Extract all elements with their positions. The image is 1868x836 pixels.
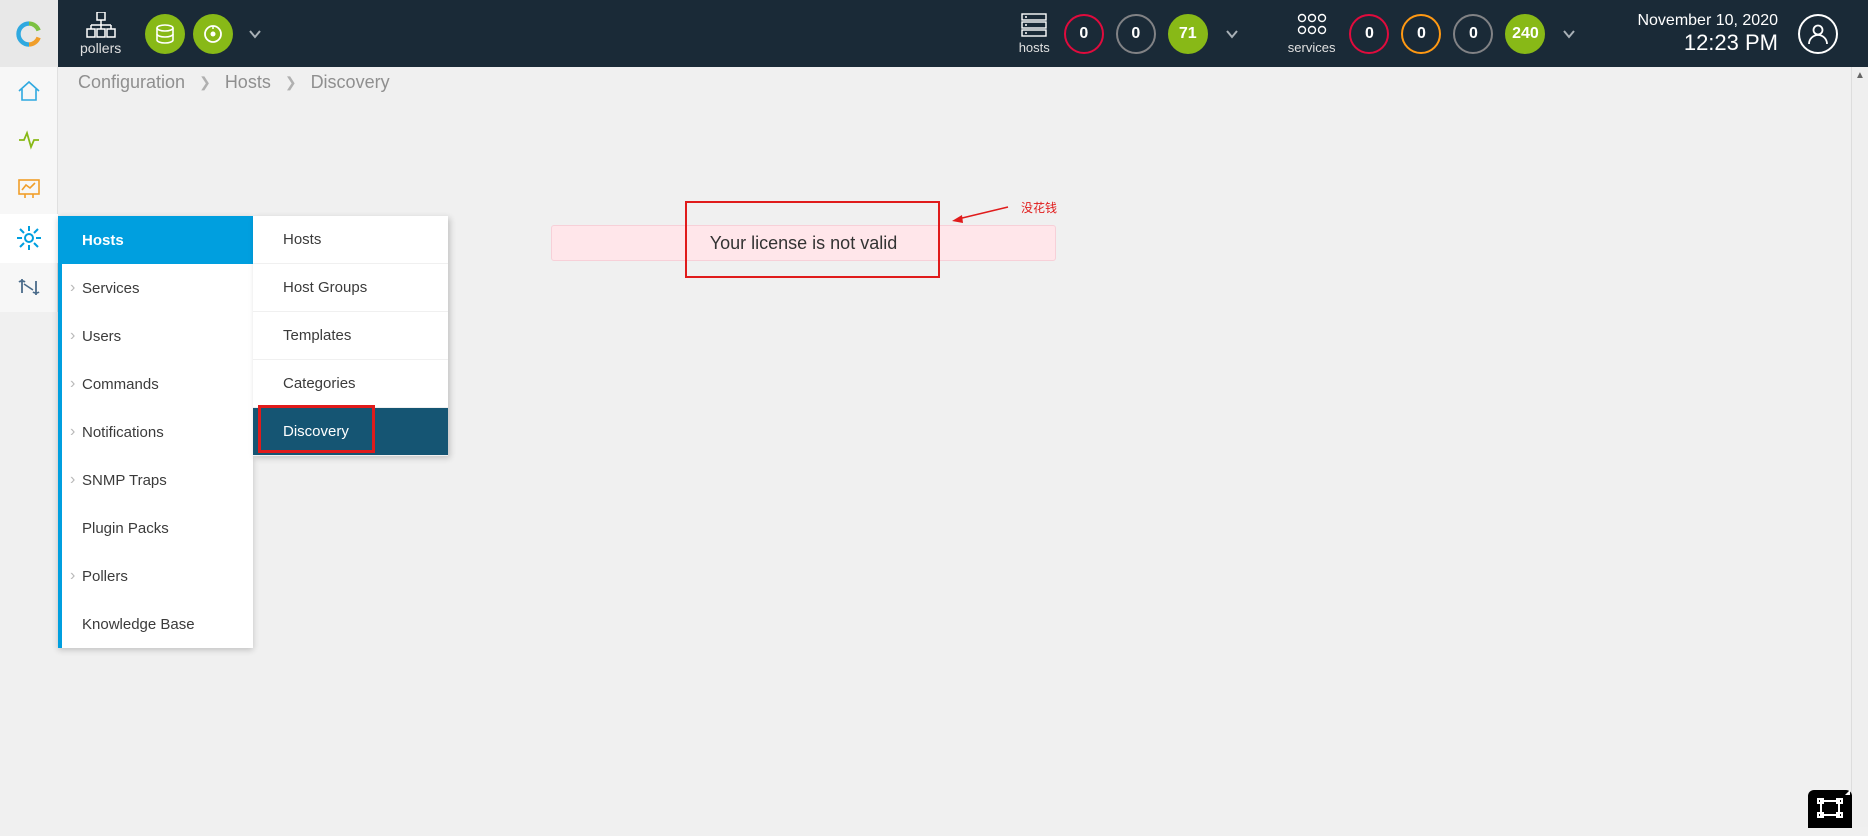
breadcrumb-discovery[interactable]: Discovery bbox=[311, 72, 390, 93]
menu-hosts[interactable]: Hosts bbox=[62, 216, 253, 264]
scrollbar[interactable]: ▲ bbox=[1851, 67, 1868, 827]
menu-pollers[interactable]: Pollers bbox=[62, 552, 253, 600]
services-dropdown-icon[interactable] bbox=[1561, 26, 1577, 42]
menu-services[interactable]: Services bbox=[62, 264, 253, 312]
hosts-label: hosts bbox=[1019, 40, 1050, 55]
services-warning-count[interactable]: 0 bbox=[1401, 14, 1441, 54]
license-error-banner: Your license is not valid bbox=[551, 225, 1056, 261]
submenu-categories[interactable]: Categories bbox=[253, 360, 448, 408]
services-icon bbox=[1296, 12, 1328, 38]
hosts-submenu: Hosts Host Groups Templates Categories D… bbox=[253, 216, 448, 456]
menu-plugin-packs[interactable]: Plugin Packs bbox=[62, 504, 253, 552]
datetime: November 10, 2020 12:23 PM bbox=[1637, 12, 1778, 56]
pollers-latency-icon[interactable] bbox=[193, 14, 233, 54]
hosts-up-count[interactable]: 71 bbox=[1168, 14, 1208, 54]
annotation-text: 没花钱 bbox=[1021, 199, 1057, 216]
chevron-right-icon: ❯ bbox=[199, 74, 211, 91]
header-time: 12:23 PM bbox=[1637, 30, 1778, 56]
hosts-icon bbox=[1019, 12, 1049, 38]
services-ok-count[interactable]: 240 bbox=[1505, 14, 1545, 54]
submenu-templates[interactable]: Templates bbox=[253, 312, 448, 360]
scroll-up-icon[interactable]: ▲ bbox=[1852, 67, 1868, 84]
nav-reporting[interactable] bbox=[0, 165, 58, 214]
services-section[interactable]: services bbox=[1288, 12, 1336, 55]
chevron-right-icon: ❯ bbox=[285, 74, 297, 91]
hosts-section[interactable]: hosts bbox=[1019, 12, 1050, 55]
breadcrumb: Configuration ❯ Hosts ❯ Discovery bbox=[78, 72, 390, 93]
menu-snmp-traps[interactable]: SNMP Traps bbox=[62, 456, 253, 504]
menu-users[interactable]: Users bbox=[62, 312, 253, 360]
centreon-logo-icon bbox=[15, 20, 43, 48]
pollers-section[interactable]: pollers bbox=[80, 12, 121, 56]
services-label: services bbox=[1288, 40, 1336, 55]
pollers-label: pollers bbox=[80, 40, 121, 56]
submenu-hosts[interactable]: Hosts bbox=[253, 216, 448, 264]
submenu-host-groups[interactable]: Host Groups bbox=[253, 264, 448, 312]
config-submenu: Hosts Services Users Commands Notificati… bbox=[58, 216, 253, 648]
nav-administration[interactable] bbox=[0, 263, 58, 312]
services-unknown-count[interactable]: 0 bbox=[1453, 14, 1493, 54]
nav-configuration[interactable] bbox=[0, 214, 58, 263]
hosts-down-count[interactable]: 0 bbox=[1064, 14, 1104, 54]
user-avatar[interactable] bbox=[1798, 14, 1838, 54]
submenu-discovery[interactable]: Discovery bbox=[253, 408, 448, 456]
logo[interactable] bbox=[0, 0, 58, 67]
menu-knowledge-base[interactable]: Knowledge Base bbox=[62, 600, 253, 648]
pollers-icon bbox=[86, 12, 116, 38]
annotation-arrow-icon bbox=[950, 203, 1010, 223]
pollers-dropdown-icon[interactable] bbox=[247, 26, 263, 42]
breadcrumb-hosts[interactable]: Hosts bbox=[225, 72, 271, 93]
menu-commands[interactable]: Commands bbox=[62, 360, 253, 408]
nav-home[interactable] bbox=[0, 67, 58, 116]
header-date: November 10, 2020 bbox=[1637, 12, 1778, 30]
nav-monitoring[interactable] bbox=[0, 116, 58, 165]
top-bar: pollers hosts 0 0 71 bbox=[0, 0, 1868, 67]
sidebar bbox=[0, 67, 58, 312]
breadcrumb-configuration[interactable]: Configuration bbox=[78, 72, 185, 93]
hosts-dropdown-icon[interactable] bbox=[1224, 26, 1240, 42]
services-critical-count[interactable]: 0 bbox=[1349, 14, 1389, 54]
fullscreen-icon[interactable] bbox=[1808, 790, 1852, 828]
hosts-unreachable-count[interactable]: 0 bbox=[1116, 14, 1156, 54]
menu-notifications[interactable]: Notifications bbox=[62, 408, 253, 456]
pollers-db-icon[interactable] bbox=[145, 14, 185, 54]
